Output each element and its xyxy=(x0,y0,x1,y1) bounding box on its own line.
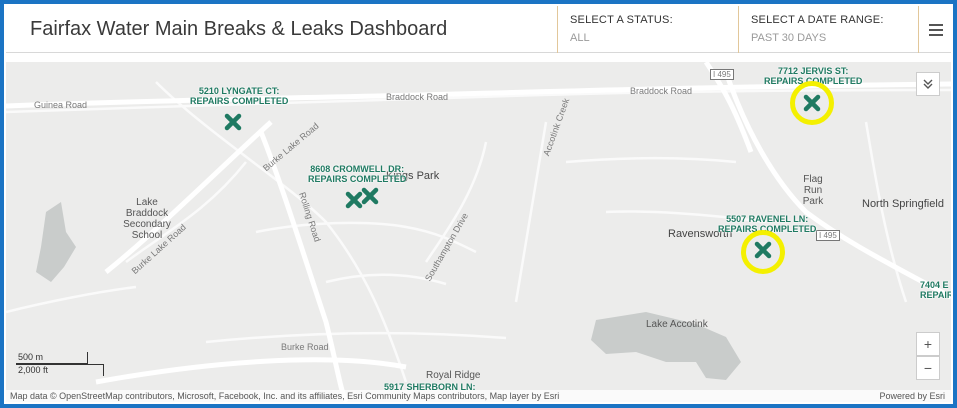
place-label: North Springfield xyxy=(862,198,944,210)
date-range-label: SELECT A DATE RANGE: xyxy=(751,14,884,26)
road-label: Guinea Road xyxy=(34,100,88,110)
place-label: Lake Braddock Secondary School xyxy=(123,197,171,241)
incident-marker[interactable] xyxy=(753,240,773,260)
incident-marker[interactable] xyxy=(360,186,380,206)
road-label: Burke Road xyxy=(281,342,329,352)
place-label: Flag Run Park xyxy=(802,174,824,207)
incident-marker[interactable] xyxy=(223,112,243,132)
collapse-chevron-icon[interactable] xyxy=(916,72,940,96)
incident-marker[interactable] xyxy=(802,93,822,113)
date-range-filter[interactable]: SELECT A DATE RANGE: PAST 30 DAYS xyxy=(738,6,919,53)
road-label: Braddock Road xyxy=(630,86,693,96)
dashboard-header: Fairfax Water Main Breaks & Leaks Dashbo… xyxy=(6,6,951,53)
hamburger-menu-icon[interactable] xyxy=(921,6,951,53)
zoom-in-button[interactable]: + xyxy=(916,332,940,356)
highway-shield: I 495 xyxy=(816,230,840,241)
place-label: Lake Accotink xyxy=(646,319,708,330)
status-filter-label: SELECT A STATUS: xyxy=(570,14,673,26)
page-title: Fairfax Water Main Breaks & Leaks Dashbo… xyxy=(30,18,448,40)
incident-label: 5210 LYNGATE CT: REPAIRS COMPLETED xyxy=(190,86,289,106)
scale-metric: 500 m xyxy=(16,352,88,364)
status-filter-value[interactable]: ALL xyxy=(570,32,726,44)
map-attribution: Map data © OpenStreetMap contributors, M… xyxy=(6,390,951,402)
scale-imperial: 2,000 ft xyxy=(16,364,104,376)
place-label: Royal Ridge xyxy=(426,370,481,381)
status-filter[interactable]: SELECT A STATUS: ALL xyxy=(557,6,738,53)
incident-label: 8608 CROMWELL DR: REPAIRS COMPLETED xyxy=(308,164,407,184)
road-label: Braddock Road xyxy=(386,92,449,102)
map-view[interactable]: Guinea Road Braddock Road Braddock Road … xyxy=(6,62,951,402)
zoom-out-button[interactable]: − xyxy=(916,356,940,380)
date-range-value[interactable]: PAST 30 DAYS xyxy=(751,32,906,44)
scale-bar: 500 m 2,000 ft xyxy=(16,352,104,376)
highway-shield: I 495 xyxy=(710,69,734,80)
incident-label: 7404 EREPAIRS xyxy=(920,280,951,300)
powered-by-link[interactable]: Powered by Esri xyxy=(879,390,945,402)
